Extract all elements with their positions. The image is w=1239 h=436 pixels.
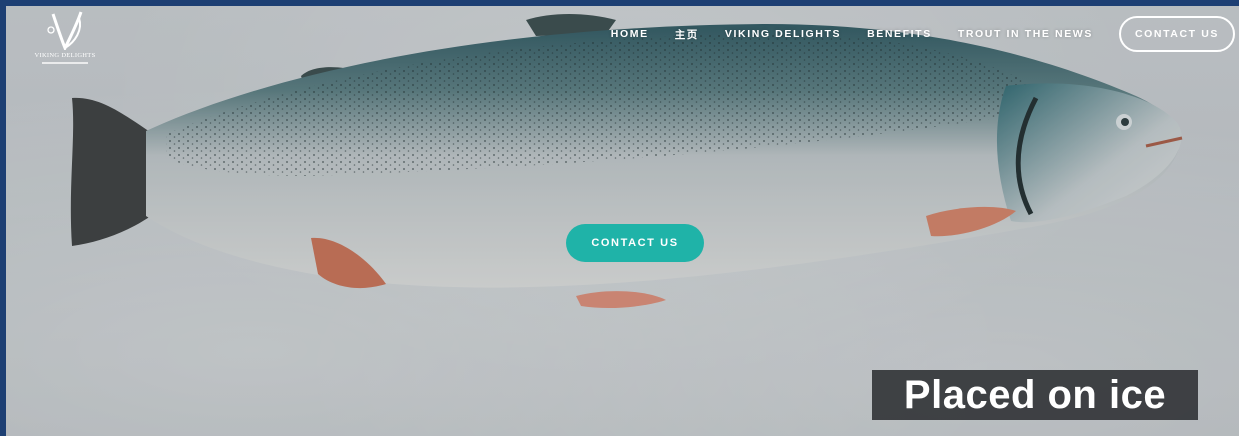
nav-trout-in-the-news[interactable]: TROUT IN THE NEWS bbox=[958, 28, 1093, 40]
video-caption: Placed on ice bbox=[872, 370, 1198, 420]
brand-name: VIKING DELIGHTS bbox=[34, 52, 96, 59]
hero-contact-button[interactable]: CONTACT US bbox=[566, 224, 704, 262]
nav-benefits[interactable]: BENEFITS bbox=[867, 28, 932, 40]
main-nav: HOME 主页 VIKING DELIGHTS BENEFITS TROUT I… bbox=[611, 16, 1235, 52]
viking-logo-icon bbox=[47, 11, 83, 50]
hero-section: VIKING DELIGHTS HOME 主页 VIKING DELIGHTS … bbox=[6, 6, 1239, 436]
brand-tagline-line bbox=[42, 62, 88, 64]
brand-logo[interactable]: VIKING DELIGHTS bbox=[30, 8, 100, 70]
nav-viking-delights[interactable]: VIKING DELIGHTS bbox=[725, 28, 841, 40]
nav-contact-button[interactable]: CONTACT US bbox=[1118, 16, 1235, 52]
nav-home[interactable]: HOME bbox=[611, 28, 649, 40]
nav-chinese-home[interactable]: 主页 bbox=[675, 27, 699, 42]
